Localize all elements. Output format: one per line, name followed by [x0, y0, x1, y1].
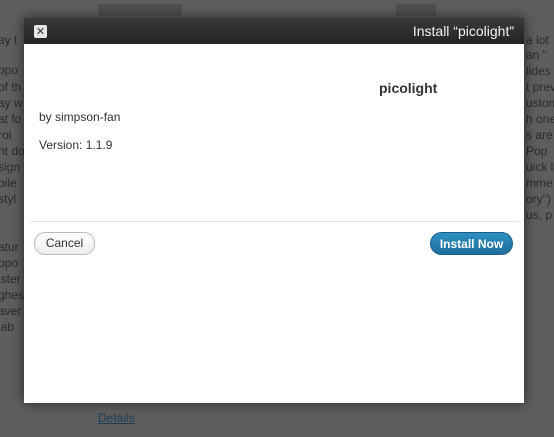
- background-text: Pop: [526, 144, 548, 158]
- background-text: ustom: [526, 96, 554, 110]
- background-text: ay t: [0, 33, 18, 47]
- cancel-button[interactable]: Cancel: [34, 232, 95, 255]
- background-text: ghes: [0, 288, 25, 302]
- background-tab: [396, 4, 436, 16]
- background-tab: [98, 4, 182, 16]
- background-text: lab: [0, 320, 15, 334]
- background-text: lides: [526, 64, 551, 78]
- background-text: styl: [0, 192, 16, 206]
- background-text: bile: [0, 176, 17, 190]
- plugin-version: Version: 1.1.9: [39, 138, 113, 152]
- background-text: ppo: [0, 256, 19, 270]
- background-text: mme: [526, 176, 553, 190]
- install-now-button[interactable]: Install Now: [430, 232, 513, 255]
- background-text: rol: [0, 128, 12, 142]
- plugin-name: picolight: [379, 80, 438, 96]
- background-text: ister: [0, 272, 21, 286]
- details-link: Details: [98, 411, 135, 425]
- background-text: h one: [526, 112, 554, 126]
- dialog-titlebar: ✕ Install “picolight”: [24, 18, 524, 44]
- background-text: aver: [0, 304, 22, 318]
- background-text: ppo: [0, 63, 19, 77]
- background-text: s are: [526, 128, 553, 142]
- background-text: sign: [0, 160, 21, 174]
- install-plugin-dialog: ✕ Install “picolight” picolight by simps…: [24, 18, 524, 403]
- background-text: ay w: [0, 96, 23, 110]
- close-icon[interactable]: ✕: [34, 25, 47, 38]
- divider: [30, 221, 518, 222]
- background-text: ory"): [526, 192, 551, 206]
- background-text: us, p: [526, 208, 553, 222]
- background-text: atur: [0, 240, 19, 254]
- dialog-title: Install “picolight”: [412, 23, 514, 39]
- background-text: a lot: [526, 33, 549, 47]
- background-text: t prev: [526, 80, 554, 94]
- background-text: uick l: [526, 160, 554, 174]
- background-text: nt do: [0, 144, 25, 158]
- background-text: of th: [0, 80, 22, 94]
- background-text: at fo: [0, 112, 22, 126]
- background-text: an ": [526, 48, 547, 62]
- plugin-author: by simpson-fan: [39, 110, 121, 124]
